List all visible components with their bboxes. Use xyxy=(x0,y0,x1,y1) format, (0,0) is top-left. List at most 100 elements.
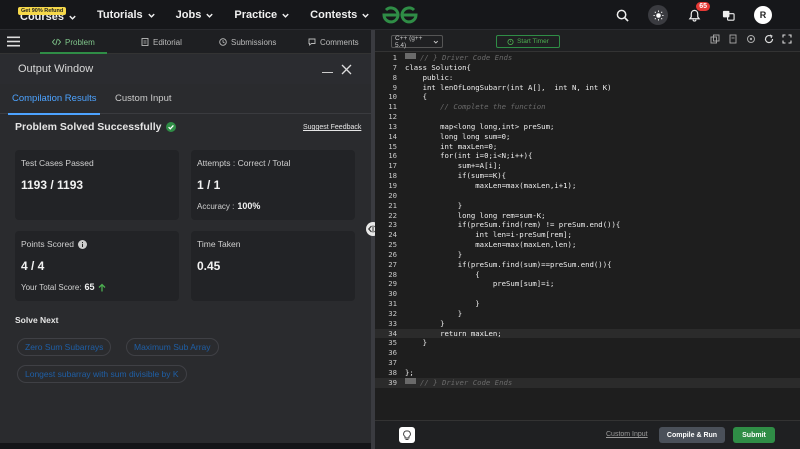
code-text: // Complete the function xyxy=(405,102,546,112)
start-timer-label: Start Timer xyxy=(517,38,549,45)
nav-practice[interactable]: Practice xyxy=(234,9,290,21)
code-line[interactable]: 19 maxLen=max(maxLen,i+1); xyxy=(375,181,800,191)
code-line[interactable]: 13 map<long long,int> preSum; xyxy=(375,122,800,132)
collapsed-region-marker[interactable] xyxy=(405,377,416,384)
code-line[interactable]: 22 long long rem=sum-K; xyxy=(375,211,800,221)
compile-run-button[interactable]: Compile & Run xyxy=(659,427,725,443)
code-line[interactable]: 21 } xyxy=(375,201,800,211)
suggest-feedback-link[interactable]: Suggest Feedback xyxy=(303,124,361,131)
code-line[interactable]: 38}; xyxy=(375,368,800,378)
code-line[interactable]: 7 class Solution{ xyxy=(375,63,800,73)
code-line[interactable]: 28 { xyxy=(375,270,800,280)
code-line[interactable]: 23 if(preSum.find(rem) != preSum.end()){ xyxy=(375,220,800,230)
avatar[interactable]: R xyxy=(754,6,772,24)
code-line[interactable]: 33 } xyxy=(375,319,800,329)
code-line[interactable]: 34 return maxLen; xyxy=(375,328,800,339)
code-line[interactable]: 31 } xyxy=(375,299,800,309)
code-line[interactable]: 11 // Complete the function xyxy=(375,102,800,112)
code-line[interactable]: 16 for(int i=0;i<N;i++){ xyxy=(375,151,800,161)
code-text: preSum[sum]=i; xyxy=(405,279,555,289)
solve-next-item[interactable]: Maximum Sub Array xyxy=(126,338,219,356)
code-area[interactable]: 1 // } Driver Code Ends 7 class Solution{8 … xyxy=(375,53,800,388)
submit-button[interactable]: Submit xyxy=(733,427,775,443)
settings-icon[interactable] xyxy=(746,34,756,44)
total-score-label: Your Total Score: xyxy=(21,282,82,292)
line-number: 18 xyxy=(388,171,397,181)
lightbulb-icon[interactable] xyxy=(399,427,415,443)
file-icon[interactable] xyxy=(728,34,738,44)
arrow-up-icon xyxy=(98,283,105,291)
code-line[interactable]: 30 xyxy=(375,289,800,299)
status-message: Problem Solved Successfully xyxy=(15,121,177,133)
minimize-icon[interactable] xyxy=(322,72,333,73)
code-line[interactable]: 10 { xyxy=(375,92,800,102)
nav-courses[interactable]: Get 90% Refund Courses xyxy=(18,7,77,23)
code-line[interactable]: 12 xyxy=(375,112,800,122)
chevron-down-icon xyxy=(147,13,155,18)
code-line[interactable]: 17 sum+=A[i]; xyxy=(375,161,800,171)
collapsed-region-marker[interactable] xyxy=(405,53,416,59)
nav-contests[interactable]: Contests xyxy=(310,9,370,21)
line-number: 7 xyxy=(392,62,397,72)
code-line[interactable]: 24 int len=i-preSum[rem]; xyxy=(375,230,800,240)
code-line[interactable]: 37 xyxy=(375,358,800,368)
code-line[interactable]: 26 } xyxy=(375,250,800,260)
code-line[interactable]: 1 // } Driver Code Ends xyxy=(375,53,800,63)
fullscreen-icon[interactable] xyxy=(782,34,792,44)
solve-next-item[interactable]: Zero Sum Subarrays xyxy=(17,338,112,356)
refresh-icon[interactable] xyxy=(764,34,774,44)
code-line[interactable]: 25 maxLen=max(maxLen,len); xyxy=(375,240,800,250)
code-line[interactable]: 8 public: xyxy=(375,73,800,83)
code-line[interactable]: 9 int lenOfLongSubarr(int A[], int N, in… xyxy=(375,83,800,93)
tab-compilation-results[interactable]: Compilation Results xyxy=(7,93,101,115)
code-line[interactable]: 15 int maxLen=0; xyxy=(375,142,800,152)
problem-tabs-bar: Problem Editorial Submissions Comments xyxy=(0,30,371,54)
close-icon[interactable] xyxy=(341,64,352,75)
gfg-logo-icon[interactable] xyxy=(380,4,420,26)
tab-custom-input[interactable]: Custom Input xyxy=(115,93,172,104)
line-number: 36 xyxy=(388,348,397,358)
editor-footer: Custom Input Compile & Run Submit xyxy=(375,420,800,449)
points-label-row: Points Scored xyxy=(21,239,87,249)
test-cases-label: Test Cases Passed xyxy=(21,158,94,168)
code-line[interactable]: 36 xyxy=(375,348,800,358)
code-line[interactable]: 39 // } Driver Code Ends xyxy=(375,377,800,388)
notification-bell-icon[interactable]: 65 xyxy=(686,2,710,23)
start-timer-button[interactable]: Start Timer xyxy=(496,35,560,48)
line-number: 1 xyxy=(392,53,397,62)
code-text: return maxLen; xyxy=(405,328,502,338)
custom-input-link[interactable]: Custom Input xyxy=(606,431,648,438)
line-number: 12 xyxy=(388,112,397,122)
solve-next-item[interactable]: Longest subarray with sum divisible by K xyxy=(17,365,187,383)
check-circle-icon xyxy=(166,122,177,132)
language-select[interactable]: C++ (g++ 5.4) xyxy=(391,35,443,49)
code-line[interactable]: 27 if(preSum.find(sum)==preSum.end()){ xyxy=(375,260,800,270)
nav-tutorials[interactable]: Tutorials xyxy=(97,9,156,21)
code-line[interactable]: 35 } xyxy=(375,338,800,348)
code-text: } xyxy=(405,200,463,210)
total-score-value: 65 xyxy=(84,282,95,292)
line-number: 17 xyxy=(388,161,397,171)
translate-icon[interactable] xyxy=(720,7,736,23)
line-number: 25 xyxy=(388,240,397,250)
line-number: 28 xyxy=(388,269,397,279)
info-icon[interactable] xyxy=(77,239,87,249)
search-icon[interactable] xyxy=(614,7,630,23)
theme-toggle-icon[interactable] xyxy=(648,5,668,25)
code-line[interactable]: 29 preSum[sum]=i; xyxy=(375,279,800,289)
tab-submissions[interactable]: Submissions xyxy=(219,30,276,54)
line-number: 34 xyxy=(388,328,397,338)
code-line[interactable]: 18 if(sum==K){ xyxy=(375,171,800,181)
code-line[interactable]: 14 long long sum=0; xyxy=(375,132,800,142)
fold-gutter xyxy=(401,289,405,299)
nav-jobs[interactable]: Jobs xyxy=(176,9,215,21)
code-text: int lenOfLongSubarr(int A[], int N, int … xyxy=(405,82,612,92)
code-line[interactable]: 32 } xyxy=(375,309,800,319)
code-line[interactable]: 20 xyxy=(375,191,800,201)
line-number: 30 xyxy=(388,289,397,299)
tab-problem[interactable]: Problem xyxy=(40,30,107,54)
tab-editorial[interactable]: Editorial xyxy=(141,30,182,54)
hamburger-menu-icon[interactable] xyxy=(7,35,20,48)
tab-comments[interactable]: Comments xyxy=(308,30,359,54)
copy-icon[interactable] xyxy=(710,34,720,44)
